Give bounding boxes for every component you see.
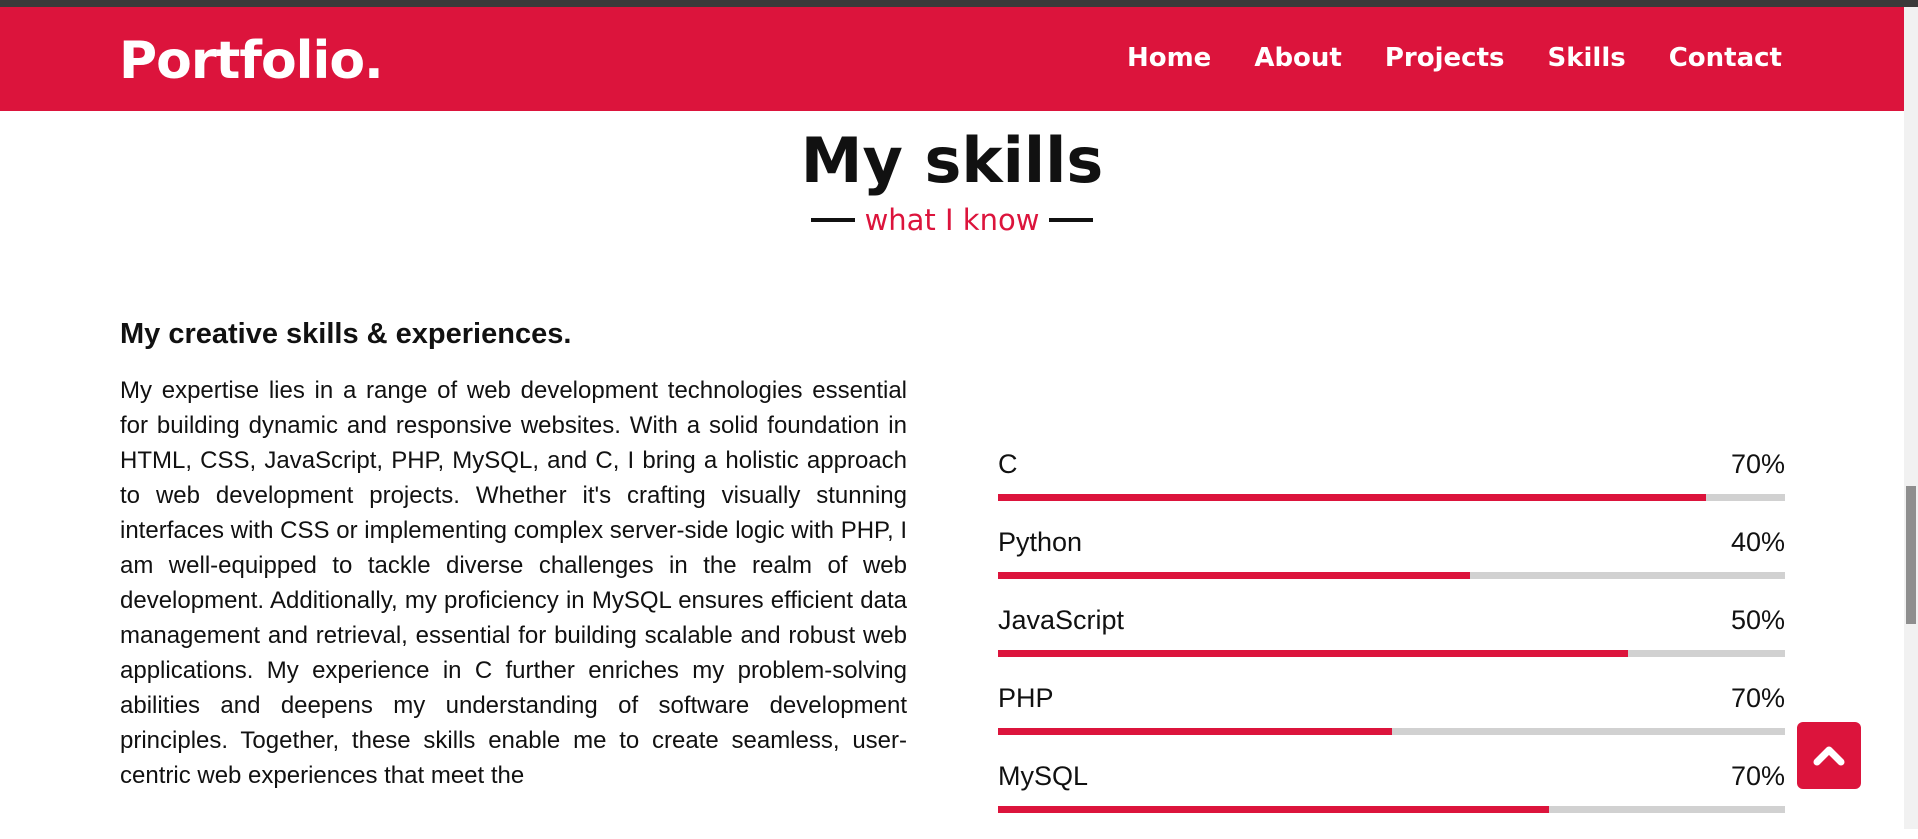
skill-bar-fill: [998, 650, 1628, 657]
subtitle-divider-left: [810, 218, 855, 222]
skills-list: C 70% Python 40% JavaScript 50% PHP 70% …: [998, 449, 1785, 839]
skill-name: JavaScript: [998, 605, 1125, 635]
skill-percent: 70%: [1730, 449, 1785, 479]
skill-item: JavaScript 50%: [998, 605, 1785, 683]
about-paragraph: My expertise lies in a range of web deve…: [120, 377, 907, 789]
subtitle-divider-right: [1049, 218, 1094, 222]
skill-bar-fill: [998, 806, 1549, 813]
back-to-top-button[interactable]: [1797, 722, 1861, 789]
skill-percent: 70%: [1730, 761, 1785, 791]
skill-percent: 40%: [1730, 527, 1785, 557]
nav-link-skills[interactable]: Skills: [1547, 43, 1625, 73]
scrollbar[interactable]: [1904, 7, 1918, 829]
skill-bar-track: [998, 494, 1785, 501]
nav-link-home[interactable]: Home: [1127, 43, 1211, 73]
site-logo[interactable]: Portfolio.: [119, 31, 384, 91]
navbar: Portfolio. Home About Projects Skills Co…: [0, 7, 1904, 111]
skill-bar-track: [998, 728, 1785, 735]
skill-item: MySQL 70%: [998, 761, 1785, 839]
skill-bar-track: [998, 650, 1785, 657]
skill-name: Python: [998, 527, 1083, 557]
skill-bar-fill: [998, 572, 1471, 579]
skill-percent: 50%: [1730, 605, 1785, 635]
nav-link-about[interactable]: About: [1254, 43, 1342, 73]
skill-bar-track: [998, 572, 1785, 579]
skill-name: PHP: [998, 683, 1054, 713]
scrollbar-thumb[interactable]: [1906, 486, 1916, 624]
skill-bar-fill: [998, 728, 1392, 735]
about-column: My creative skills & experiences. My exp…: [120, 318, 907, 793]
skill-item: PHP 70%: [998, 683, 1785, 761]
skill-item: Python 40%: [998, 527, 1785, 605]
skill-item: C 70%: [998, 449, 1785, 527]
nav-links: Home About Projects Skills Contact: [1127, 43, 1782, 73]
skill-bar-fill: [998, 494, 1707, 501]
about-heading: My creative skills & experiences.: [120, 318, 572, 350]
skill-percent: 70%: [1730, 683, 1785, 713]
skill-name: C: [998, 449, 1018, 479]
nav-link-projects[interactable]: Projects: [1385, 43, 1505, 73]
section-subtitle-wrap: what I know: [0, 203, 1904, 237]
skill-bar-track: [998, 806, 1785, 813]
skill-name: MySQL: [998, 761, 1089, 791]
chevron-up-icon: [1813, 746, 1845, 766]
section-subtitle: what I know: [864, 203, 1040, 237]
nav-link-contact[interactable]: Contact: [1669, 43, 1782, 73]
window-top-strip: [0, 0, 1918, 7]
section-title: My skills: [800, 124, 1104, 197]
